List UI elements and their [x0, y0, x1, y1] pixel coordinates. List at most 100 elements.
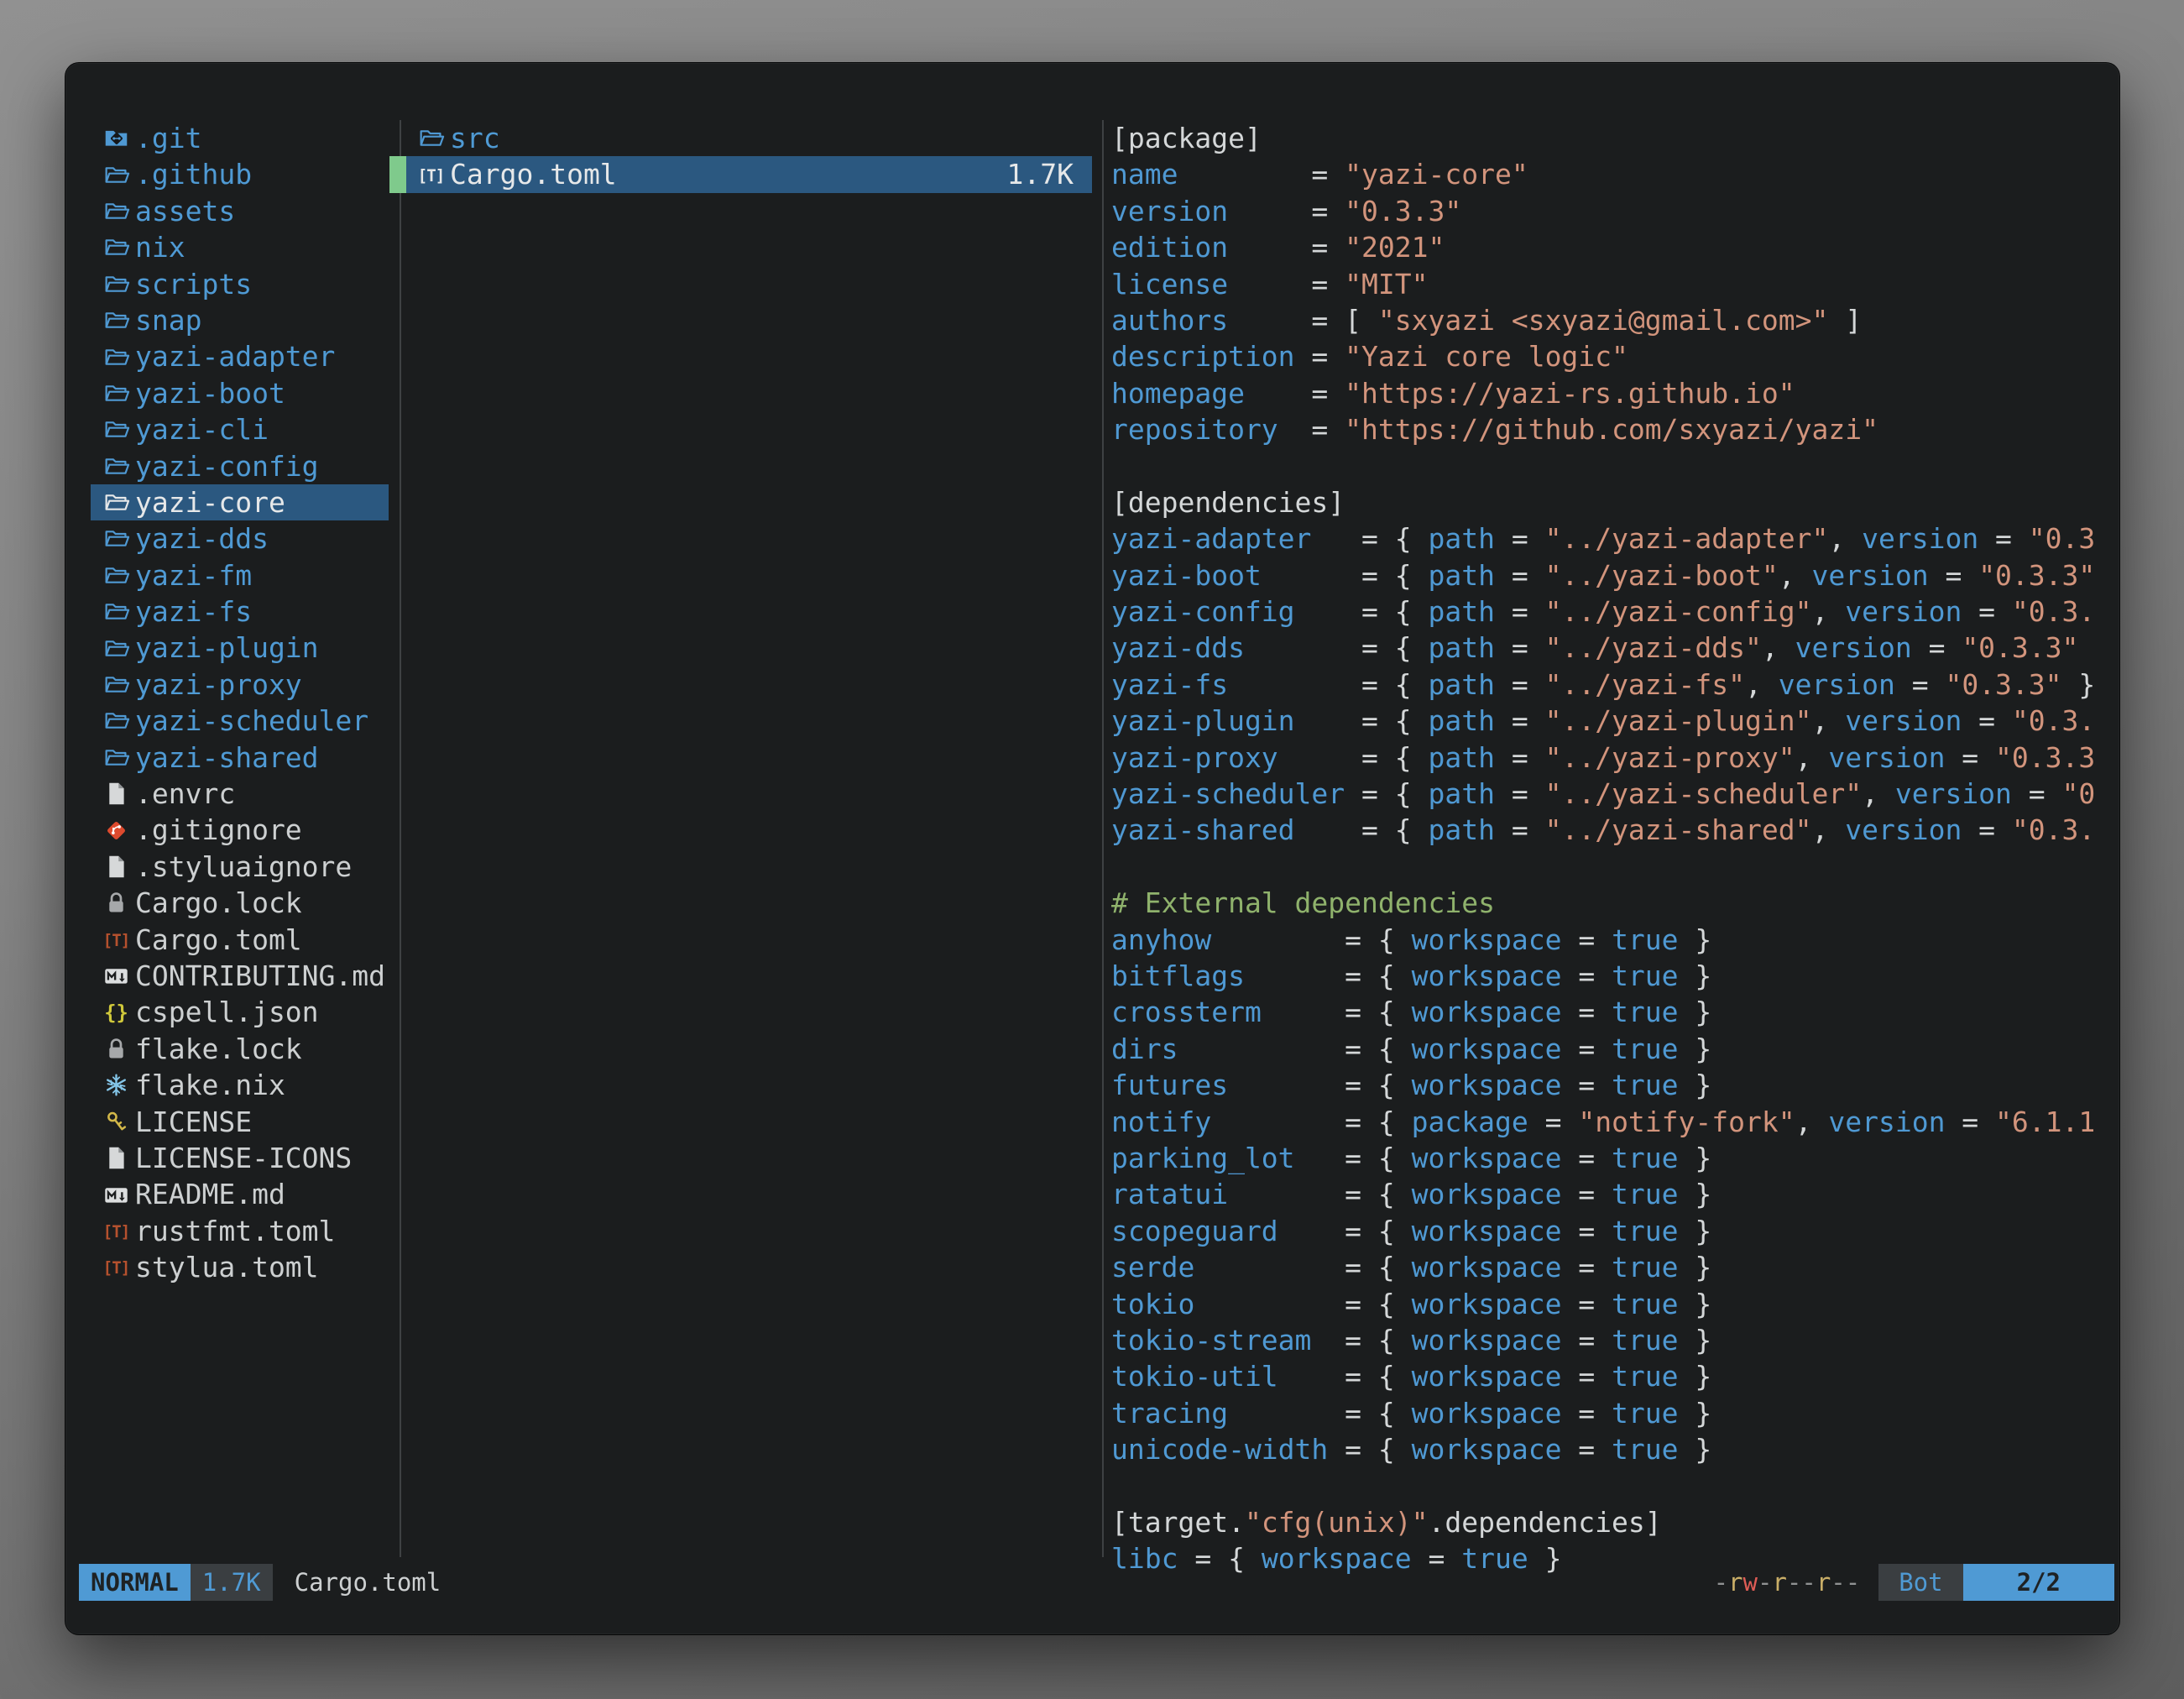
file-row[interactable]: yazi-adapter — [91, 338, 389, 374]
file-row[interactable]: yazi-cli — [91, 411, 389, 447]
file-row[interactable]: yazi-fs — [91, 593, 389, 630]
preview-line: license = "MIT" — [1111, 266, 2116, 302]
preview-line: name = "yazi-core" — [1111, 156, 2116, 192]
file-row[interactable]: [T]stylua.toml — [91, 1249, 389, 1285]
file-row[interactable]: snap — [91, 302, 389, 338]
toml-token: , — [1862, 777, 1895, 810]
toml-token: = — [1528, 1106, 1579, 1138]
toml-token: path — [1429, 777, 1495, 810]
toml-token: true — [1612, 1360, 1678, 1393]
file-row[interactable]: LICENSE-ICONS — [91, 1140, 389, 1176]
file-name: Cargo.toml — [450, 156, 617, 192]
file-name: Cargo.toml — [135, 922, 302, 958]
lock-icon — [103, 890, 135, 916]
toml-token: = { — [1211, 1106, 1411, 1138]
toml-token: = { — [1278, 1360, 1412, 1393]
file-row[interactable]: Cargo.lock — [91, 885, 389, 921]
toml-token: version — [1845, 595, 1962, 628]
toml-token: } — [1679, 1178, 1712, 1210]
parent-pane[interactable]: .git.githubassetsnixscriptssnapyazi-adap… — [91, 120, 389, 1286]
file-name: yazi-config — [135, 448, 319, 484]
preview-line: yazi-fs = { path = "../yazi-fs", version… — [1111, 667, 2116, 703]
file-row[interactable]: flake.lock — [91, 1031, 389, 1067]
permission-char: r — [1728, 1568, 1742, 1597]
toml-token: = — [1278, 413, 1345, 446]
file-row[interactable]: {}cspell.json — [91, 994, 389, 1030]
toml-token: = — [1561, 923, 1612, 956]
preview-line: yazi-scheduler = { path = "../yazi-sched… — [1111, 776, 2116, 812]
toml-token: version — [1895, 777, 2012, 810]
toml-token: = — [1962, 813, 2012, 846]
preview-line — [1111, 448, 2116, 484]
toml-token: tokio-stream — [1111, 1324, 1311, 1357]
file-row[interactable]: yazi-shared — [91, 740, 389, 776]
file-name: yazi-adapter — [135, 338, 335, 374]
toml-token: workspace — [1412, 1433, 1562, 1466]
file-row[interactable]: flake.nix — [91, 1067, 389, 1103]
file-row[interactable]: .git — [91, 120, 389, 156]
preview-pane[interactable]: [package]name = "yazi-core"version = "0.… — [1111, 120, 2116, 1577]
toml-token: true — [1612, 1142, 1678, 1174]
toml-token: , — [1811, 813, 1845, 846]
file-row[interactable]: .github — [91, 156, 389, 192]
file-row[interactable]: .envrc — [91, 776, 389, 812]
toml-token: true — [1612, 1215, 1678, 1247]
file-row[interactable]: nix — [91, 229, 389, 265]
toml-token: = — [1561, 996, 1612, 1028]
toml-token: = — [1495, 813, 1545, 846]
file-row[interactable]: yazi-boot — [91, 375, 389, 411]
toml-token: yazi-boot — [1111, 559, 1262, 592]
toml-token: = { — [1178, 1032, 1411, 1065]
file-row[interactable]: [T]rustfmt.toml — [91, 1213, 389, 1249]
file-row[interactable]: src — [389, 120, 1092, 156]
file-row[interactable]: CONTRIBUTING.md — [91, 958, 389, 994]
toml-token: bitflags — [1111, 959, 1245, 992]
toml-token: = — [1495, 595, 1545, 628]
preview-line: unicode-width = { workspace = true } — [1111, 1431, 2116, 1467]
terminal-window: .git.githubassetsnixscriptssnapyazi-adap… — [65, 63, 2119, 1634]
toml-token: , — [1745, 668, 1779, 701]
file-row[interactable]: [T]Cargo.toml1.7K — [389, 156, 1092, 192]
preview-line: yazi-boot = { path = "../yazi-boot", ver… — [1111, 557, 2116, 593]
braces-icon: {} — [103, 1000, 135, 1026]
file-row[interactable]: scripts — [91, 266, 389, 302]
file-row[interactable]: [T]Cargo.toml — [91, 922, 389, 958]
file-row[interactable]: yazi-core — [91, 484, 389, 520]
file-row[interactable]: .gitignore — [91, 812, 389, 848]
file-row[interactable]: assets — [91, 193, 389, 229]
file-row[interactable]: LICENSE — [91, 1104, 389, 1140]
toml-token: true — [1612, 1178, 1678, 1210]
toml-token: = — [1495, 668, 1545, 701]
toml-token: workspace — [1412, 1251, 1562, 1283]
toml-token: = { — [1228, 1397, 1412, 1430]
preview-line: parking_lot = { workspace = true } — [1111, 1140, 2116, 1176]
preview-line — [1111, 1467, 2116, 1503]
file-row[interactable]: README.md — [91, 1176, 389, 1212]
toml-token: yazi-adapter — [1111, 522, 1311, 555]
doc-icon — [103, 781, 135, 807]
toml-token: notify — [1111, 1106, 1211, 1138]
file-row[interactable]: yazi-fm — [91, 557, 389, 593]
file-row[interactable]: yazi-proxy — [91, 667, 389, 703]
toml-token: description — [1111, 340, 1295, 373]
file-row[interactable]: yazi-config — [91, 448, 389, 484]
toml-token: = { — [1295, 813, 1429, 846]
toml-token: edition — [1111, 231, 1228, 264]
file-name: yazi-dds — [135, 520, 269, 557]
toml-token: path — [1429, 522, 1495, 555]
current-pane[interactable]: src[T]Cargo.toml1.7K — [389, 120, 1092, 193]
file-row[interactable]: .styluaignore — [91, 849, 389, 885]
toml-token: tokio-util — [1111, 1360, 1278, 1393]
toml-token: "../yazi-config" — [1545, 595, 1812, 628]
toml-token: version — [1828, 1106, 1945, 1138]
file-row[interactable]: yazi-dds — [91, 520, 389, 557]
toml-token: "0.3. — [2012, 704, 2095, 737]
toml-token: = — [1561, 959, 1612, 992]
toml-token: name — [1111, 158, 1178, 191]
file-row[interactable]: yazi-scheduler — [91, 703, 389, 739]
toml-token: , — [1762, 631, 1795, 664]
toml-token: "0.3.3" — [1978, 559, 2095, 592]
file-row[interactable]: yazi-plugin — [91, 630, 389, 666]
file-name: .git — [135, 120, 201, 156]
toml-token: true — [1612, 996, 1678, 1028]
